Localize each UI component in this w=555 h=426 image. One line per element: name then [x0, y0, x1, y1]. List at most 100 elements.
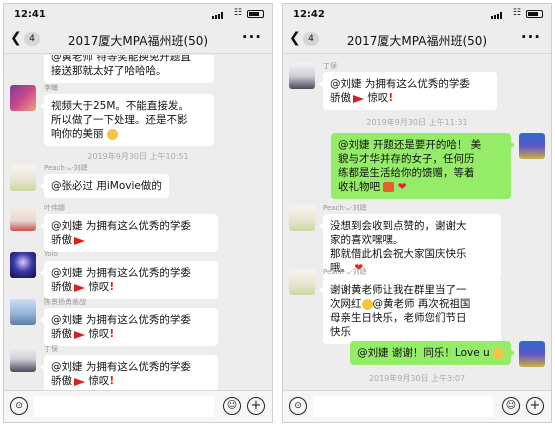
- right-phone-screen: 12:42 ☷ ❮ 4 2017厦大MPA福州班(50) ··· 丁俣 @刘婕 …: [282, 3, 552, 423]
- signal-icon: [212, 12, 226, 19]
- exclamation-icon: !: [109, 375, 115, 387]
- sender-name: 李曦: [44, 84, 58, 92]
- message-text: 惊叹: [88, 281, 110, 293]
- avatar[interactable]: [289, 205, 315, 231]
- chat-title: 2017厦大MPA福州班(50): [67, 34, 209, 48]
- wifi-icon: ☷: [233, 8, 242, 18]
- chat-message: 李曦 视频大于25M。不能直接发。 所以做了一下处理。还是不影 响你的美丽: [10, 84, 266, 151]
- emoji-icon[interactable]: ☺: [502, 397, 520, 415]
- message-bubble[interactable]: @黄老师 特等奖能换免升题直 接送那就太好了哈哈哈。: [44, 55, 214, 83]
- red-flag-icon: [74, 283, 85, 292]
- ellipsis-icon[interactable]: ···: [242, 28, 262, 46]
- message-text: 骄傲: [51, 281, 72, 293]
- message-input[interactable]: [34, 396, 214, 417]
- status-bar: 12:41 ☷: [4, 4, 272, 24]
- ellipsis-icon[interactable]: ···: [521, 28, 541, 46]
- message-text: 骄傲: [51, 234, 72, 246]
- avatar[interactable]: [289, 269, 315, 295]
- signal-icon: [491, 12, 505, 19]
- message-input[interactable]: [313, 396, 493, 417]
- message-text: 惊叹: [88, 328, 110, 340]
- chat-nav-bar: ❮ 4 2017厦大MPA福州班(50) ···: [4, 24, 272, 54]
- chat-list[interactable]: @黄老师 特等奖能换免升题直 接送那就太好了哈哈哈。 李曦 视频大于25M。不能…: [4, 55, 272, 390]
- message-timestamp: 2019年9月30日 上午10:51: [87, 152, 189, 161]
- message-text: 谢谢黄老师让我在群里当了一: [330, 284, 467, 296]
- red-flag-icon: [353, 94, 364, 103]
- avatar[interactable]: [10, 85, 36, 111]
- chat-message: @刘婕 开题还是要开的哈！ 美 貌与才华并存的女子，任何历 练都是生活给你的馈赠…: [289, 133, 545, 201]
- sender-name: Yolo: [44, 250, 58, 258]
- message-text: 骄傲: [51, 328, 72, 340]
- exclamation-icon: !: [388, 92, 394, 104]
- plus-icon[interactable]: +: [247, 397, 265, 415]
- sender-name: 叶伟娜: [44, 204, 65, 212]
- message-text: 骄傲: [330, 92, 351, 104]
- avatar[interactable]: [10, 299, 36, 325]
- exclamation-icon: !: [109, 281, 115, 293]
- chat-nav-bar: ❮ 4 2017厦大MPA福州班(50) ···: [283, 24, 551, 54]
- avatar[interactable]: [10, 252, 36, 278]
- chat-title: 2017厦大MPA福州班(50): [346, 34, 488, 48]
- message-text: 骄傲: [51, 375, 72, 387]
- voice-icon[interactable]: ⊙: [10, 397, 28, 415]
- message-bubble[interactable]: 谢谢黄老师让我在群里当了一 次网红 @黄老师 再次祝祖国 母亲生日快乐，老师您们节…: [319, 278, 501, 344]
- message-text: @刘婕 为拥有这么优秀的学委: [330, 78, 470, 90]
- message-text: 接送那就太好了哈哈哈。: [51, 65, 167, 77]
- avatar[interactable]: [519, 341, 545, 367]
- avatar[interactable]: [289, 63, 315, 89]
- red-flag-icon: [74, 377, 85, 386]
- message-bubble[interactable]: 视频大于25M。不能直接发。 所以做了一下处理。还是不影 响你的美丽: [40, 94, 214, 146]
- battery-icon: [247, 10, 264, 18]
- left-phone-screen: 12:41 ☷ ❮ 4 2017厦大MPA福州班(50) ··· @黄老师 特等…: [3, 3, 273, 423]
- sender-name: 丁俣: [44, 345, 58, 353]
- message-bubble[interactable]: @刘婕 为拥有这么优秀的学委 骄傲 惊叹!: [40, 261, 218, 299]
- message-text: 没想到会收到点赞的，谢谢大: [330, 220, 467, 232]
- screenshot-stage: 12:41 ☷ ❮ 4 2017厦大MPA福州班(50) ··· @黄老师 特等…: [0, 0, 555, 426]
- avatar[interactable]: [10, 205, 36, 231]
- chat-message: @黄老师 特等奖能换免升题直 接送那就太好了哈哈哈。: [10, 55, 266, 83]
- message-text: @刘婕 谢谢！同乐！Love u: [357, 347, 490, 359]
- message-bubble[interactable]: @刘婕 为拥有这么优秀的学委 骄傲 惊叹!: [40, 355, 218, 390]
- wifi-icon: ☷: [512, 8, 521, 18]
- avatar[interactable]: [10, 165, 36, 191]
- avatar[interactable]: [10, 346, 36, 372]
- message-text: 家的喜欢嘿嘿。: [330, 234, 404, 246]
- input-bar: ⊙ ☺ +: [4, 390, 272, 422]
- message-bubble[interactable]: @刘婕 为拥有这么优秀的学委 骄傲 惊叹!: [319, 72, 497, 110]
- message-text: @黄老师 特等奖能换免升题直: [51, 55, 191, 63]
- sender-name: Peach·ᴗ·刘婕: [323, 268, 367, 276]
- message-bubble[interactable]: @张必过 用iMovie做的: [40, 174, 169, 198]
- message-bubble[interactable]: @刘婕 为拥有这么优秀的学委 骄傲 惊叹!: [40, 308, 218, 346]
- grin-emoji-icon: [493, 347, 504, 359]
- message-text: 视频大于25M。不能直接发。: [51, 100, 189, 112]
- chat-message: 丁俣 @刘婕 为拥有这么优秀的学委 骄傲 惊叹!: [10, 345, 266, 390]
- message-text: 次网红: [330, 298, 362, 310]
- message-bubble[interactable]: @刘婕 开题还是要开的哈！ 美 貌与才华并存的女子，任何历 练都是生活给你的馈赠…: [331, 133, 515, 199]
- voice-icon[interactable]: ⊙: [289, 397, 307, 415]
- emoji-icon[interactable]: ☺: [223, 397, 241, 415]
- message-text: @张必过 用iMovie做的: [51, 180, 162, 192]
- grin-emoji-icon: [106, 128, 118, 140]
- message-text: @黄老师 再次祝祖国: [372, 298, 471, 310]
- message-text: 练都是生活给你的馈赠，等着: [338, 167, 475, 179]
- red-flag-icon: [74, 236, 85, 245]
- message-text: 惊叹: [88, 375, 110, 387]
- sender-name: 陈景扬勇善战: [44, 298, 86, 306]
- gift-icon: [383, 182, 395, 192]
- chat-list[interactable]: 丁俣 @刘婕 为拥有这么优秀的学委 骄傲 惊叹! 2019年9月30日 上午11…: [283, 55, 551, 390]
- avatar[interactable]: [519, 133, 545, 159]
- message-bubble[interactable]: @刘婕 谢谢！同乐！Love u: [350, 341, 515, 365]
- message-timestamp: 2019年9月30日 上午11:31: [366, 118, 468, 127]
- status-time: 12:41: [14, 9, 46, 20]
- message-text: @刘婕 为拥有这么优秀的学委: [51, 220, 191, 232]
- message-text: 那就借此机会祝大家国庆快乐: [330, 248, 467, 260]
- message-timestamp: 2019年9月30日 上午3:07: [368, 374, 466, 383]
- message-bubble[interactable]: @刘婕 为拥有这么优秀的学委 骄傲: [40, 214, 218, 252]
- plus-icon[interactable]: +: [526, 397, 544, 415]
- message-text: 貌与才华并存的女子，任何历: [338, 153, 475, 165]
- input-bar: ⊙ ☺ +: [283, 390, 551, 422]
- chat-message: @刘婕 谢谢！同乐！Love u: [289, 341, 545, 369]
- chat-message: Peach·ᴗ·刘婕 @张必过 用iMovie做的: [10, 164, 266, 198]
- chat-message: Yolo @刘婕 为拥有这么优秀的学委 骄傲 惊叹!: [10, 250, 266, 299]
- status-time: 12:42: [293, 9, 325, 20]
